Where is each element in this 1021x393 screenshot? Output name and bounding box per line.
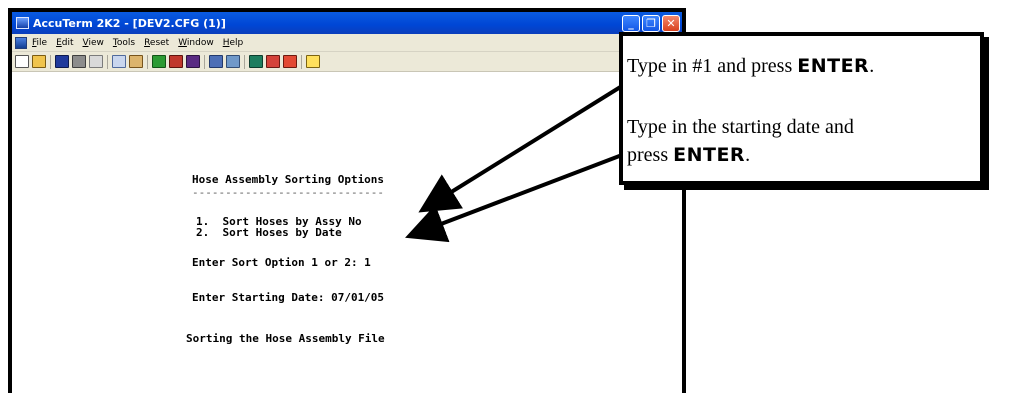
callout-text: . [745, 144, 751, 166]
enter-key-label: ENTER [797, 55, 870, 77]
arrow-to-option-1 [418, 84, 624, 213]
callout-text: press [627, 144, 674, 166]
callout-line-1: Type in #1 and press ENTER. [627, 55, 874, 78]
callout-text: . [869, 55, 875, 77]
callout-text: Type in #1 and press [627, 55, 798, 77]
instruction-callout: Type in #1 and press ENTER. Type in the … [619, 32, 984, 185]
callout-line-2: Type in the starting date and [627, 116, 854, 138]
callout-line-3: press ENTER. [627, 144, 750, 167]
enter-key-label: ENTER [673, 144, 746, 166]
